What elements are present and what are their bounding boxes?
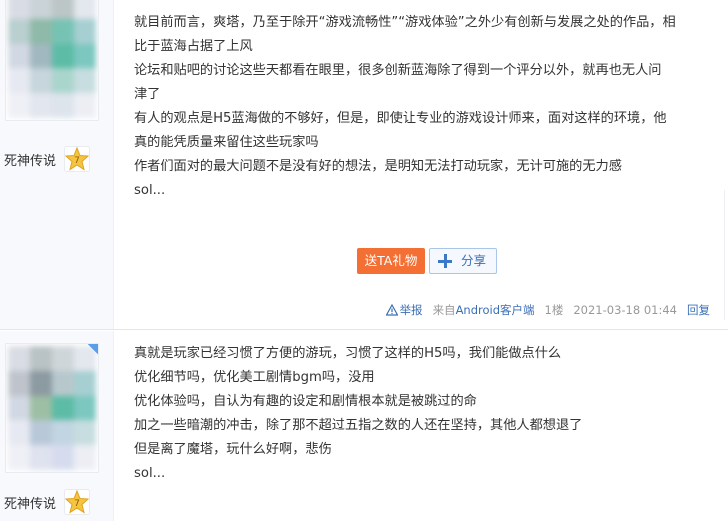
level-star-icon: 7 xyxy=(64,489,90,515)
right-border xyxy=(724,190,728,320)
level-number: 7 xyxy=(74,499,80,509)
mosaic-tile xyxy=(30,68,52,94)
mosaic-tile xyxy=(30,0,52,19)
avatar[interactable]: 楼主 xyxy=(5,343,99,473)
content-line: 作者们面对的最大问题不是没有好的想法，是明知无法打动玩家，无计可施的无力感 xyxy=(134,159,622,174)
plus-icon xyxy=(438,254,452,268)
mosaic-tile xyxy=(52,18,74,44)
mosaic-tile xyxy=(8,43,30,69)
report-link[interactable]: 举报 xyxy=(385,302,423,318)
mosaic-tile xyxy=(8,0,30,19)
mosaic-tile xyxy=(8,370,30,396)
mosaic-tile xyxy=(52,420,74,446)
post-divider xyxy=(0,329,728,330)
mosaic-tile xyxy=(8,420,30,446)
content-line: 有人的观点是H5蓝海做的不够好，但是，即使让专业的游戏设计师来，面对这样的环境，… xyxy=(134,111,667,126)
content-line: 论坛和贴吧的讨论这些天都看在眼里，很多创新蓝海除了得到一个评分以外，就再也无人问 xyxy=(134,63,662,78)
content-line: sol... xyxy=(134,183,166,198)
share-label: 分享 xyxy=(461,253,487,268)
content-line: 比于蓝海占据了上风 xyxy=(134,39,253,54)
mosaic-tile xyxy=(74,370,96,396)
post-floor-1: 楼主 死神传说 7 就目前而言，爽塔，乃至于除开“游戏流畅性”“游戏体验”之外少… xyxy=(0,0,728,330)
level-number: 7 xyxy=(74,156,80,166)
mosaic-tile xyxy=(74,93,96,118)
content-line: 加之一些暗潮的冲击，除了那不超过五指之数的人还在坚持，其他人都想退了 xyxy=(134,418,583,433)
mosaic-tile xyxy=(74,18,96,44)
level-star-icon: 7 xyxy=(64,146,90,172)
mosaic-tile xyxy=(52,68,74,94)
content-line: 真就是玩家已经习惯了方便的游玩，习惯了这样的H5吗，我们能做点什么 xyxy=(134,346,562,361)
post-meta: 举报 来自 Android客户端 1楼 2021-03-18 01:44 回复 xyxy=(385,302,710,318)
mosaic-tile xyxy=(30,18,52,44)
content-line: 优化细节吗，优化美工剧情bgm吗，没用 xyxy=(134,370,375,385)
mosaic-tile xyxy=(74,0,96,19)
mosaic-tile xyxy=(8,93,30,118)
mosaic-tile xyxy=(74,68,96,94)
post-content: 真就是玩家已经习惯了方便的游玩，习惯了这样的H5吗，我们能做点什么 优化细节吗，… xyxy=(134,342,714,486)
mosaic-tile xyxy=(8,18,30,44)
share-button[interactable]: 分享 xyxy=(429,248,497,274)
post-time: 2021-03-18 01:44 xyxy=(573,303,677,317)
avatar-image xyxy=(8,346,96,470)
avatar-image xyxy=(8,0,96,118)
content-line: 就目前而言，爽塔，乃至于除开“游戏流畅性”“游戏体验”之外少有创新与发展之处的作… xyxy=(134,15,676,30)
post-content: 就目前而言，爽塔，乃至于除开“游戏流畅性”“游戏体验”之外少有创新与发展之处的作… xyxy=(134,11,714,203)
author-panel: 楼主 死神传说 7 xyxy=(0,0,114,330)
mosaic-tile xyxy=(8,395,30,421)
mosaic-tile xyxy=(8,346,30,371)
mosaic-tile xyxy=(30,43,52,69)
mosaic-tile xyxy=(30,445,52,470)
mosaic-tile xyxy=(52,43,74,69)
mosaic-tile xyxy=(8,445,30,470)
mosaic-tile xyxy=(30,420,52,446)
content-line: 优化体验吗，自认为有趣的设定和剧情根本就是被跳过的命 xyxy=(134,394,477,409)
from-prefix: 来自 xyxy=(432,303,456,317)
mosaic-tile xyxy=(52,395,74,421)
content-line: 但是离了魔塔，玩什么好啊，悲伤 xyxy=(134,442,332,457)
mosaic-tile xyxy=(74,43,96,69)
mosaic-tile xyxy=(52,346,74,371)
client-link[interactable]: Android客户端 xyxy=(456,302,535,318)
send-gift-button[interactable]: 送TA礼物 xyxy=(357,248,425,274)
content-line: 真的能凭质量来留住这些玩家吗 xyxy=(134,135,319,150)
mosaic-tile xyxy=(74,445,96,470)
username-link[interactable]: 死神传说 xyxy=(4,493,56,512)
mosaic-tile xyxy=(8,68,30,94)
mosaic-tile xyxy=(30,395,52,421)
mosaic-tile xyxy=(74,395,96,421)
mosaic-tile xyxy=(52,445,74,470)
user-row: 死神传说 7 xyxy=(0,146,100,172)
mosaic-tile xyxy=(30,346,52,371)
content-line: sol... xyxy=(134,466,166,481)
mosaic-tile xyxy=(52,0,74,19)
mosaic-tile xyxy=(30,93,52,118)
warning-icon xyxy=(385,304,398,316)
avatar[interactable]: 楼主 xyxy=(5,0,99,121)
user-row: 死神传说 7 xyxy=(0,489,100,515)
reply-link[interactable]: 回复 xyxy=(687,302,710,318)
mosaic-tile xyxy=(30,370,52,396)
post-floor-2: 楼主 真就是玩家已经习惯了方便的游玩，习惯了这样的H5吗，我们能做点什么 优化细… xyxy=(0,331,728,521)
username-link[interactable]: 死神传说 xyxy=(4,150,56,169)
floor-number: 1楼 xyxy=(544,303,564,317)
content-line: 津了 xyxy=(134,87,161,102)
mosaic-tile xyxy=(52,93,74,118)
mosaic-tile xyxy=(52,370,74,396)
report-label: 举报 xyxy=(399,303,423,317)
mosaic-tile xyxy=(74,420,96,446)
